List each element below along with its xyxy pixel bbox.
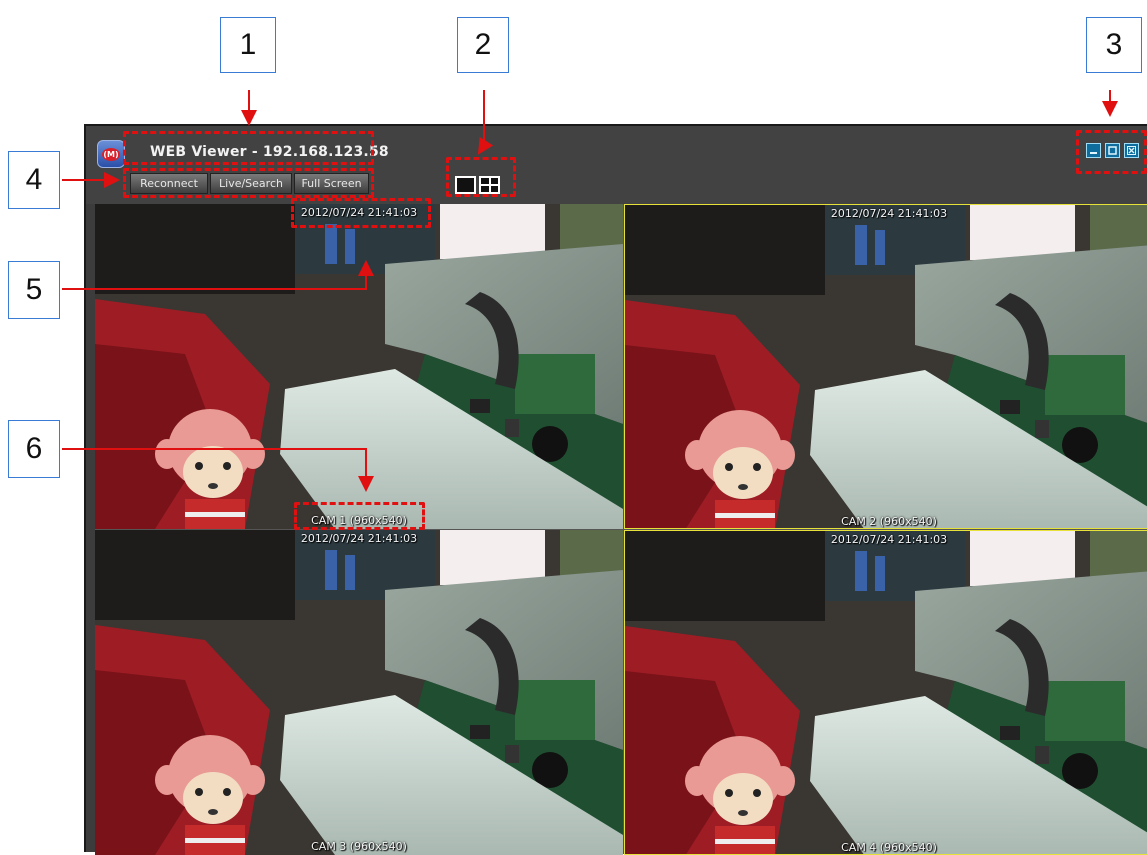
app-logo-icon: (M) (97, 140, 125, 168)
camera-feed-1 (95, 204, 623, 529)
callout-6: 6 (8, 420, 60, 478)
camera-timestamp: 2012/07/24 21:41:03 (830, 533, 948, 546)
highlight-camera-label (294, 502, 425, 530)
app-logo-text: (M) (102, 147, 120, 161)
camera-grid: 2012/07/24 21:41:03 CAM 1 (960x540) 2012… (95, 204, 1147, 855)
callout-3: 3 (1086, 17, 1142, 73)
camera-feed-2 (625, 205, 1147, 528)
callout-2: 2 (457, 17, 509, 73)
callout-4: 4 (8, 151, 60, 209)
camera-cell-1[interactable]: 2012/07/24 21:41:03 CAM 1 (960x540) (95, 204, 623, 529)
camera-cell-4[interactable]: 2012/07/24 21:41:03 CAM 4 (960x540) (624, 530, 1147, 855)
camera-label: CAM 2 (960x540) (841, 515, 937, 528)
callout-5: 5 (8, 261, 60, 319)
camera-timestamp: 2012/07/24 21:41:03 (300, 532, 418, 545)
highlight-layout-buttons (446, 157, 516, 197)
highlight-window-controls (1076, 130, 1147, 174)
highlight-toolbar-buttons (123, 168, 374, 198)
camera-cell-3[interactable]: 2012/07/24 21:41:03 CAM 3 (960x540) (95, 530, 623, 855)
camera-cell-2[interactable]: 2012/07/24 21:41:03 CAM 2 (960x540) (624, 204, 1147, 529)
camera-label: CAM 3 (960x540) (311, 840, 407, 853)
highlight-timestamp (291, 198, 431, 228)
callout-1: 1 (220, 17, 276, 73)
camera-timestamp: 2012/07/24 21:41:03 (830, 207, 948, 220)
web-viewer-window: (M) WEB Viewer - 192.168.123.58 Reconnec… (84, 124, 1147, 855)
highlight-title (123, 131, 374, 165)
camera-feed-4 (625, 531, 1147, 854)
camera-feed-3 (95, 530, 623, 855)
camera-label: CAM 4 (960x540) (841, 841, 937, 854)
